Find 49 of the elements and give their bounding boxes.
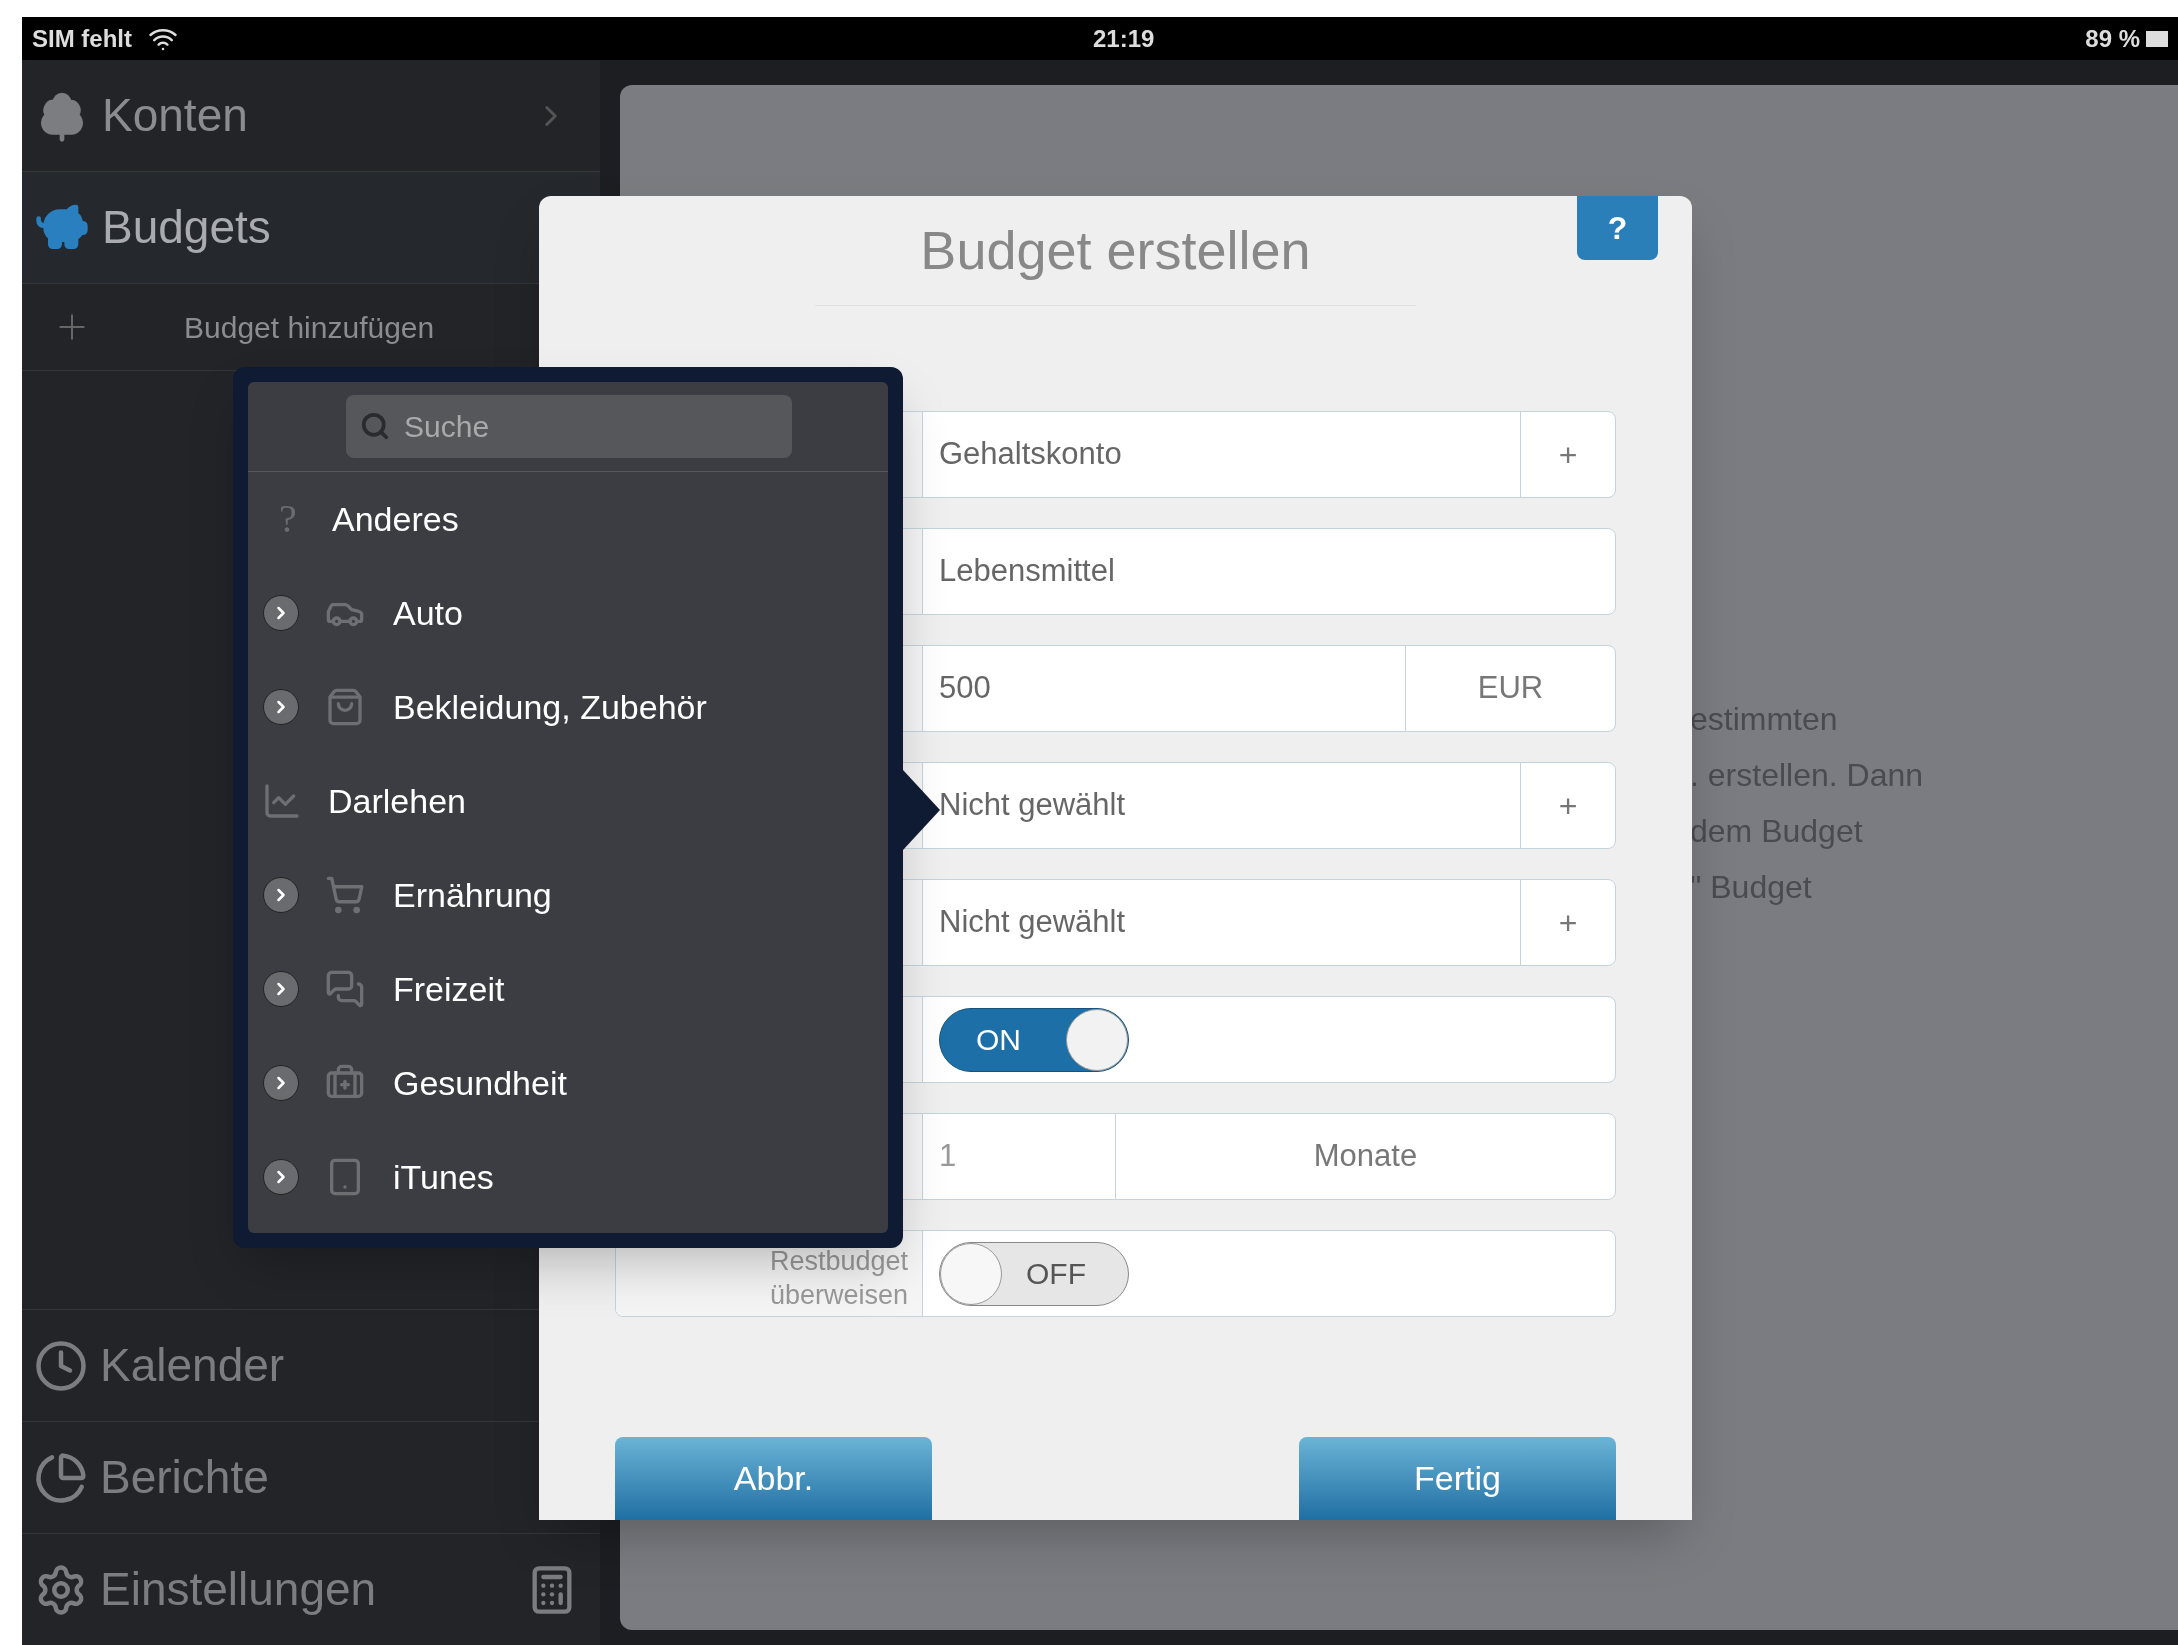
carrier-label: SIM fehlt: [32, 23, 132, 54]
question-mark-glyph: ?: [278, 495, 298, 543]
bag-icon: [325, 687, 365, 727]
add-button[interactable]: +: [1520, 880, 1615, 965]
clock-time: 21:19: [1093, 23, 1155, 54]
disclosure-button[interactable]: [263, 1065, 299, 1101]
cancel-button[interactable]: Abbr.: [615, 1437, 932, 1520]
sidebar-label: Konten: [102, 88, 248, 143]
battery-percent: 89 %: [2085, 23, 2140, 54]
field-value[interactable]: Nicht gewählt: [923, 899, 1520, 946]
category-item[interactable]: Darlehen: [248, 754, 888, 848]
add-button[interactable]: +: [1520, 412, 1615, 497]
clock-icon: [34, 1338, 88, 1393]
sidebar-label: Kalender: [100, 1338, 285, 1393]
category-item[interactable]: Bekleidung, Zubehör: [248, 660, 888, 754]
pie-chart-icon: [34, 1450, 88, 1505]
toggle-switch[interactable]: OFF: [939, 1241, 1129, 1306]
category-item[interactable]: ? Anderes: [248, 472, 888, 566]
amount-value[interactable]: 500: [923, 665, 1405, 712]
add-button[interactable]: +: [1520, 763, 1615, 848]
disclosure-button[interactable]: [263, 595, 299, 631]
cart-icon: [325, 875, 365, 915]
row-label: Restbudget überweisen: [768, 1245, 908, 1312]
category-item[interactable]: Gesundheit: [248, 1036, 888, 1130]
sidebar-item[interactable]: Budgets: [22, 172, 600, 284]
sidebar-label: Einstellungen: [100, 1562, 377, 1617]
search-field[interactable]: Suche: [346, 395, 792, 458]
dialog-title: Budget erstellen: [920, 219, 1311, 282]
sidebar-label: Budgets: [102, 200, 271, 255]
help-button[interactable]: ?: [1577, 196, 1658, 260]
search-icon: [360, 411, 390, 441]
disclosure-button[interactable]: [263, 971, 299, 1007]
category-item[interactable]: Auto: [248, 566, 888, 660]
disclosure-button[interactable]: [263, 877, 299, 913]
done-button[interactable]: Fertig: [1299, 1437, 1616, 1520]
field-value[interactable]: Gehaltskonto: [923, 431, 1520, 478]
sidebar-item[interactable]: Einstellungen: [22, 1533, 600, 1645]
category-item[interactable]: Freizeit: [248, 942, 888, 1036]
toggle-switch[interactable]: ON: [939, 1007, 1129, 1072]
category-item[interactable]: iTunes: [248, 1130, 888, 1224]
disclosure-button[interactable]: [263, 689, 299, 725]
period-unit: Monate: [1115, 1114, 1615, 1199]
field-value[interactable]: Lebensmittel: [923, 548, 1615, 595]
category-item[interactable]: Ernährung: [248, 848, 888, 942]
battery-icon: [2146, 30, 2168, 47]
currency-label: EUR: [1405, 646, 1615, 731]
speech-bubbles-icon: [325, 969, 365, 1009]
sidebar-label: Berichte: [100, 1450, 269, 1505]
disclosure-button[interactable]: [263, 1159, 299, 1195]
